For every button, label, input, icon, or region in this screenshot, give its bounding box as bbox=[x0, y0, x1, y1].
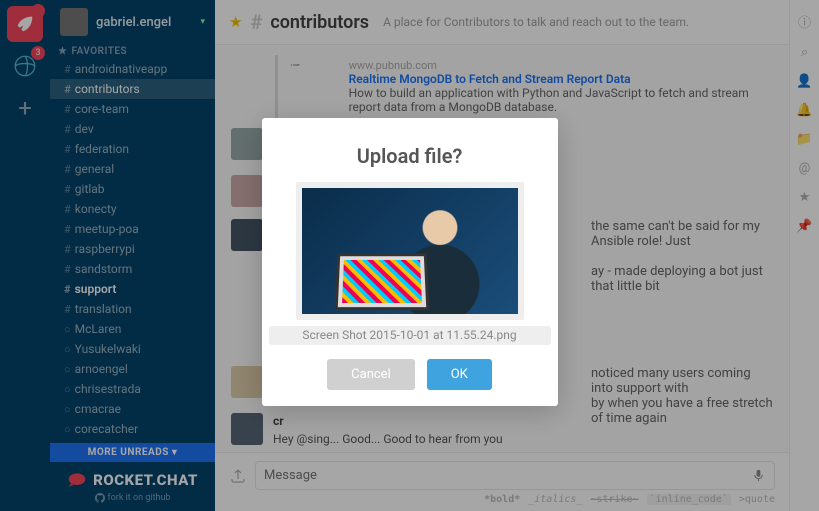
upload-filename-input[interactable] bbox=[273, 328, 547, 342]
upload-preview-image bbox=[302, 188, 518, 314]
ok-button[interactable]: OK bbox=[427, 359, 492, 390]
modal-title: Upload file? bbox=[357, 144, 463, 168]
modal-overlay[interactable]: Upload file? Cancel OK bbox=[0, 0, 819, 511]
filename-row bbox=[269, 326, 551, 345]
upload-file-modal: Upload file? Cancel OK bbox=[262, 118, 558, 406]
cancel-button[interactable]: Cancel bbox=[327, 359, 415, 390]
